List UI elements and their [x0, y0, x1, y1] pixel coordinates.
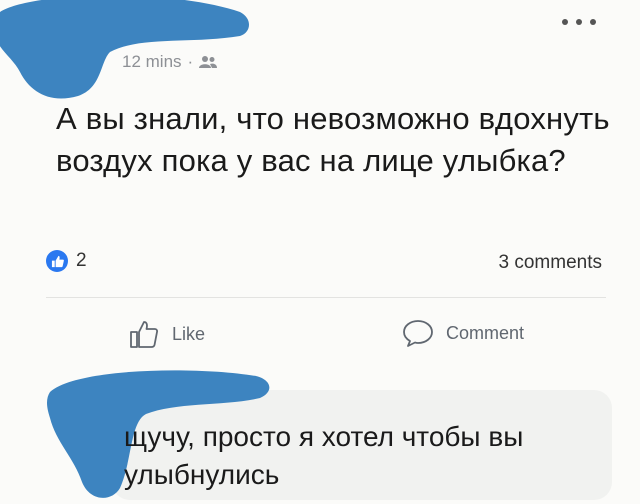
- post-meta: 12 mins ·: [122, 52, 218, 72]
- comment-text: щучу, просто я хотел чтобы вы улыбнулись: [124, 421, 524, 490]
- post-text: А вы знали, что невозможно вдохнуть возд…: [56, 101, 610, 178]
- meta-separator: ·: [187, 52, 194, 71]
- comment-bubble-icon: [403, 320, 433, 347]
- redaction-scribble: [0, 0, 249, 99]
- reaction-summary[interactable]: 2: [46, 250, 87, 272]
- thumbs-up-icon: [130, 321, 159, 348]
- divider: [46, 297, 606, 298]
- likes-count: 2: [76, 250, 87, 271]
- comment-button[interactable]: Comment: [402, 318, 524, 348]
- comment-label: Comment: [446, 322, 525, 343]
- more-options-button[interactable]: [562, 12, 596, 32]
- post-header: 12 mins ·: [0, 0, 640, 99]
- like-reaction-icon: [46, 250, 68, 272]
- like-label: Like: [172, 323, 206, 344]
- friends-icon: [199, 56, 218, 68]
- comments-count[interactable]: 3 comments: [499, 252, 602, 274]
- post-timestamp[interactable]: 12 mins: [122, 52, 182, 72]
- more-horizontal-icon: [562, 19, 568, 25]
- like-button[interactable]: Like: [128, 318, 205, 350]
